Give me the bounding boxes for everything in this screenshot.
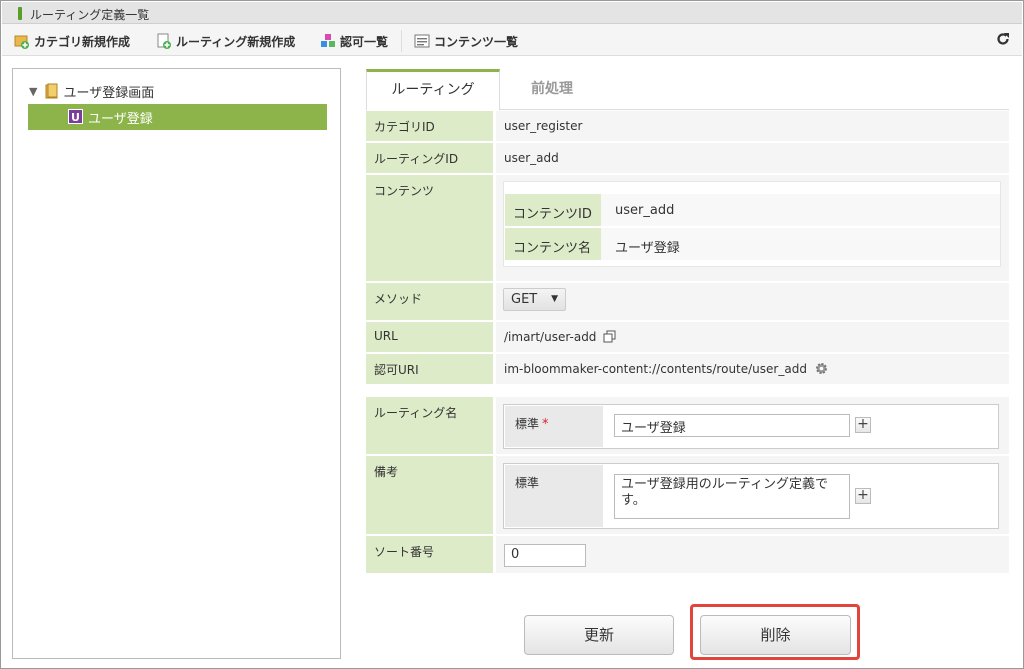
routing-name-value: 標準 * ユーザ登録 + bbox=[496, 397, 1009, 454]
content-id-label: コンテンツID bbox=[505, 194, 601, 226]
remarks-textarea[interactable]: ユーザ登録用のルーティング定義です。 bbox=[614, 474, 850, 519]
contents-label: コンテンツ bbox=[366, 175, 493, 281]
content-name-label: コンテンツ名 bbox=[505, 228, 601, 260]
url-row: URL /imart/user-add bbox=[366, 322, 1009, 353]
content-id-value: user_add bbox=[601, 194, 1000, 226]
tree-child-label: ユーザ登録 bbox=[88, 112, 153, 127]
required-mark: * bbox=[542, 417, 549, 432]
auth-uri-text: im-bloommaker-content://contents/route/u… bbox=[504, 362, 807, 376]
plus-icon[interactable]: + bbox=[855, 488, 871, 504]
url-label: URL bbox=[366, 322, 493, 352]
permissions-label: 認可一覧 bbox=[340, 34, 389, 49]
routing-name-lang-text: 標準 bbox=[515, 417, 540, 431]
refresh-icon bbox=[997, 33, 1009, 45]
category-tree: ▼ ユーザ登録画面 U ユーザ登録 bbox=[12, 68, 341, 659]
routing-name-lang-label: 標準 * bbox=[505, 406, 603, 447]
category-id-value: user_register bbox=[496, 111, 1009, 141]
contents-row: コンテンツ コンテンツID user_add コンテンツ名 ユーザ登録 bbox=[366, 175, 1009, 282]
tree-node-selected[interactable]: U ユーザ登録 bbox=[28, 104, 327, 130]
new-routing-button[interactable]: ルーティング新規作成 bbox=[156, 32, 295, 50]
folder-icon bbox=[45, 83, 58, 99]
tree-node-root[interactable]: ▼ ユーザ登録画面 bbox=[29, 81, 154, 101]
remarks-lang-box: 標準 ユーザ登録用のルーティング定義です。 + bbox=[503, 463, 999, 529]
url-text: /imart/user-add bbox=[504, 330, 597, 344]
category-id-row: カテゴリID user_register bbox=[366, 111, 1009, 142]
method-row: メソッド GET ▼ bbox=[366, 283, 1009, 321]
update-button[interactable]: 更新 bbox=[524, 615, 674, 655]
method-value: GET ▼ bbox=[496, 283, 1009, 320]
remarks-label: 備考 bbox=[366, 456, 493, 534]
remarks-value: 標準 ユーザ登録用のルーティング定義です。 + bbox=[496, 456, 1009, 534]
plus-icon[interactable]: + bbox=[855, 417, 871, 433]
method-select[interactable]: GET ▼ bbox=[503, 288, 566, 311]
sort-no-label: ソート番号 bbox=[366, 536, 493, 573]
category-add-icon bbox=[14, 35, 29, 49]
contents-list-label: コンテンツ一覧 bbox=[434, 34, 519, 49]
routing-name-lang-box: 標準 * ユーザ登録 + bbox=[503, 404, 999, 449]
category-id-label: カテゴリID bbox=[366, 111, 493, 141]
window-frame: ルーティング定義一覧 カテゴリ新規作成 ルーティング新規作成 認可一覧 コンテン… bbox=[0, 0, 1024, 669]
remarks-row: 備考 標準 ユーザ登録用のルーティング定義です。 + bbox=[366, 456, 1009, 535]
remarks-lang-label: 標準 bbox=[505, 465, 603, 527]
content-name-value: ユーザ登録 bbox=[601, 228, 1000, 260]
method-selected: GET bbox=[511, 292, 538, 307]
copy-icon[interactable] bbox=[603, 330, 616, 343]
content-name-row: コンテンツ名 ユーザ登録 bbox=[504, 228, 1000, 261]
contents-list-button[interactable]: コンテンツ一覧 bbox=[414, 32, 518, 50]
routing-id-row: ルーティングID user_add bbox=[366, 143, 1009, 174]
tab-bar: ルーティング 前処理 bbox=[366, 69, 1009, 111]
contents-detail-box: コンテンツID user_add コンテンツ名 ユーザ登録 bbox=[503, 181, 1001, 267]
title-bar: ルーティング定義一覧 bbox=[2, 2, 1022, 24]
auth-uri-value: im-bloommaker-content://contents/route/u… bbox=[496, 354, 1009, 384]
window-title: ルーティング定義一覧 bbox=[30, 8, 150, 22]
new-category-button[interactable]: カテゴリ新規作成 bbox=[14, 32, 130, 50]
contents-value: コンテンツID user_add コンテンツ名 ユーザ登録 bbox=[496, 175, 1009, 281]
new-routing-label: ルーティング新規作成 bbox=[176, 34, 296, 49]
routing-badge-icon: U bbox=[68, 109, 83, 124]
title-marker-icon bbox=[18, 7, 22, 20]
toolbar: カテゴリ新規作成 ルーティング新規作成 認可一覧 コンテンツ一覧 bbox=[2, 24, 1022, 56]
routing-id-value: user_add bbox=[496, 143, 1009, 173]
expand-arrow-icon[interactable]: ▼ bbox=[29, 85, 37, 98]
routing-name-label: ルーティング名 bbox=[366, 397, 493, 454]
auth-uri-row: 認可URI im-bloommaker-content://contents/r… bbox=[366, 354, 1009, 385]
url-value: /imart/user-add bbox=[496, 322, 1009, 352]
tree-root-label: ユーザ登録画面 bbox=[63, 85, 155, 101]
toolbar-divider bbox=[401, 30, 402, 52]
tab-preprocess[interactable]: 前処理 bbox=[500, 69, 604, 110]
permission-icon bbox=[321, 34, 335, 47]
routing-name-row: ルーティング名 標準 * ユーザ登録 + bbox=[366, 397, 1009, 455]
delete-button[interactable]: 削除 bbox=[700, 615, 851, 655]
auth-uri-label: 認可URI bbox=[366, 354, 493, 384]
routing-id-label: ルーティングID bbox=[366, 143, 493, 173]
permissions-button[interactable]: 認可一覧 bbox=[320, 32, 388, 50]
dropdown-arrow-icon: ▼ bbox=[551, 294, 558, 304]
sort-no-input[interactable]: 0 bbox=[504, 544, 586, 567]
refresh-button[interactable] bbox=[996, 32, 1010, 49]
routing-add-icon bbox=[157, 33, 171, 49]
gear-icon[interactable] bbox=[815, 362, 828, 375]
tab-routing[interactable]: ルーティング bbox=[366, 69, 500, 111]
sort-no-value: 0 bbox=[496, 536, 1009, 573]
sort-no-row: ソート番号 0 bbox=[366, 536, 1009, 574]
contents-list-icon bbox=[414, 34, 430, 48]
method-label: メソッド bbox=[366, 283, 493, 320]
new-category-label: カテゴリ新規作成 bbox=[34, 34, 131, 49]
routing-name-input[interactable]: ユーザ登録 bbox=[614, 414, 850, 437]
content-id-row: コンテンツID user_add bbox=[504, 194, 1000, 227]
